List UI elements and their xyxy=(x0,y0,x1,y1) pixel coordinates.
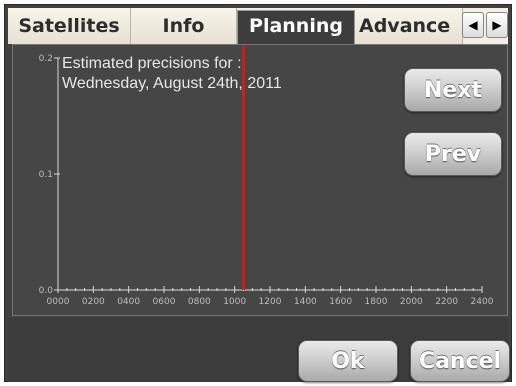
ok-button[interactable]: Ok xyxy=(298,340,398,382)
x-tick-label: 1600 xyxy=(329,297,352,307)
prev-button[interactable]: Prev xyxy=(404,132,502,176)
x-tick-label: 2400 xyxy=(471,297,494,307)
x-tick-label: 2000 xyxy=(400,297,423,307)
cancel-button[interactable]: Cancel xyxy=(410,340,510,382)
x-tick-label: 1200 xyxy=(259,297,282,307)
x-tick-label: 1800 xyxy=(365,297,388,307)
x-tick-label: 0800 xyxy=(188,297,211,307)
x-tick-label: 0400 xyxy=(117,297,140,307)
next-button[interactable]: Next xyxy=(404,68,502,112)
x-tick-label: 1000 xyxy=(223,297,246,307)
x-tick-label: 0200 xyxy=(82,297,105,307)
x-tick-label: 2200 xyxy=(435,297,458,307)
x-tick-label: 1400 xyxy=(294,297,317,307)
y-tick-label: 0.0 xyxy=(39,286,54,296)
x-tick-label: 0000 xyxy=(47,297,70,307)
y-tick-label: 0.2 xyxy=(39,54,53,64)
y-tick-label: 0.1 xyxy=(39,170,53,180)
chart-title: Estimated precisions for : Wednesday, Au… xyxy=(62,55,282,92)
x-tick-label: 0600 xyxy=(153,297,176,307)
